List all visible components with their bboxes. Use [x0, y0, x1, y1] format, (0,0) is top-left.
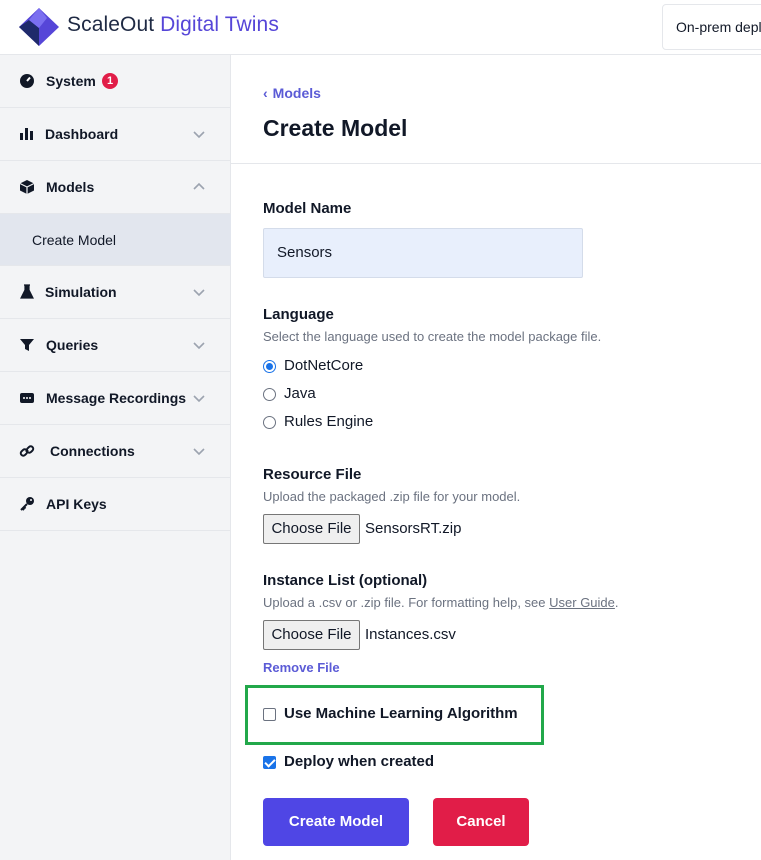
choose-file-button[interactable]: Choose File	[263, 514, 360, 544]
page-title: Create Model	[263, 115, 408, 141]
instance-list-help: Upload a .csv or .zip file. For formatti…	[263, 595, 619, 610]
chevron-down-icon[interactable]	[192, 127, 206, 141]
notification-badge: 1	[102, 73, 118, 89]
language-help: Select the language used to create the m…	[263, 329, 602, 344]
chevron-down-icon[interactable]	[192, 285, 206, 299]
choose-file-button[interactable]: Choose File	[263, 620, 360, 650]
sidebar-item-message-recordings[interactable]: Message Recordings	[0, 372, 231, 425]
bar-chart-icon	[20, 128, 33, 140]
brand-part-1: ScaleOut	[67, 13, 155, 36]
use-ml-checkbox[interactable]	[263, 708, 276, 721]
breadcrumb-models-link[interactable]: ‹ Models	[263, 85, 321, 101]
cube-icon	[19, 180, 35, 194]
sidebar-item-connections[interactable]: Connections	[0, 425, 231, 478]
model-name-label: Model Name	[263, 200, 352, 217]
model-name-input[interactable]: Sensors	[263, 228, 583, 278]
checkbox-label: Deploy when created	[284, 753, 435, 770]
message-icon	[20, 393, 34, 403]
radio-label: Rules Engine	[284, 413, 374, 430]
instance-list-help-text: Upload a .csv or .zip file. For formatti…	[263, 595, 550, 610]
gauge-icon	[20, 74, 34, 88]
key-icon	[20, 497, 34, 511]
radio-button[interactable]	[263, 388, 276, 401]
sidebar-item-label: System	[46, 73, 96, 89]
sidebar-item-models[interactable]: Models	[0, 161, 231, 214]
radio-button[interactable]	[263, 360, 276, 373]
deployment-select[interactable]: On-prem depl	[662, 4, 761, 50]
radio-label: Java	[284, 385, 316, 402]
selected-file-name: SensorsRT.zip	[365, 520, 462, 537]
sidebar-item-label: Dashboard	[45, 126, 119, 142]
chevron-down-icon[interactable]	[192, 338, 206, 352]
sidebar-item-label: Message Recordings	[46, 390, 187, 406]
user-guide-link[interactable]: User Guide	[549, 595, 615, 610]
language-label: Language	[263, 306, 334, 323]
link-icon	[19, 445, 35, 457]
sidebar-item-label: Connections	[50, 443, 135, 459]
sidebar-item-dashboard[interactable]: Dashboard	[0, 108, 231, 161]
sidebar-item-label: Queries	[46, 337, 99, 353]
sidebar-item-queries[interactable]: Queries	[0, 319, 231, 372]
breadcrumb-label: Models	[272, 85, 321, 101]
filter-icon	[20, 339, 34, 351]
sidebar-item-label: Simulation	[45, 284, 117, 300]
chevron-up-icon[interactable]	[192, 180, 206, 194]
radio-label: DotNetCore	[284, 357, 364, 374]
radio-button[interactable]	[263, 416, 276, 429]
sidebar-item-label: Models	[46, 179, 95, 195]
sidebar-item-system[interactable]: System 1	[0, 55, 231, 108]
chevron-down-icon[interactable]	[192, 391, 206, 405]
sidebar-item-simulation[interactable]: Simulation	[0, 266, 231, 319]
sidebar-subitem-label: Create Model	[32, 232, 117, 248]
selected-file-name: Instances.csv	[365, 626, 456, 643]
sidebar-item-label: API Keys	[46, 496, 107, 512]
help-suffix: .	[614, 595, 619, 610]
brand-part-2: Digital Twins	[160, 13, 279, 36]
instance-list-label: Instance List (optional)	[263, 572, 428, 589]
cancel-button[interactable]: Cancel	[433, 798, 529, 846]
remove-file-link[interactable]: Remove File	[263, 660, 340, 675]
resource-file-label: Resource File	[263, 466, 362, 483]
flask-icon	[20, 284, 34, 299]
checkbox-label: Use Machine Learning Algorithm	[284, 705, 518, 722]
chevron-down-icon[interactable]	[192, 444, 206, 458]
sidebar-item-api-keys[interactable]: API Keys	[0, 478, 231, 531]
sidebar: System 1 Dashboard Models Create Model S…	[0, 55, 231, 860]
scaleout-logo-icon[interactable]	[19, 8, 59, 46]
top-bar: ScaleOut Digital Twins On-prem depl	[0, 0, 761, 55]
divider	[231, 163, 761, 164]
brand-name[interactable]: ScaleOut Digital Twins	[67, 13, 279, 37]
create-model-button[interactable]: Create Model	[263, 798, 409, 846]
sidebar-subitem-create-model[interactable]: Create Model	[0, 214, 231, 266]
deploy-checkbox[interactable]	[263, 756, 276, 769]
resource-file-help: Upload the packaged .zip file for your m…	[263, 489, 521, 504]
chevron-left-icon: ‹	[263, 85, 268, 101]
